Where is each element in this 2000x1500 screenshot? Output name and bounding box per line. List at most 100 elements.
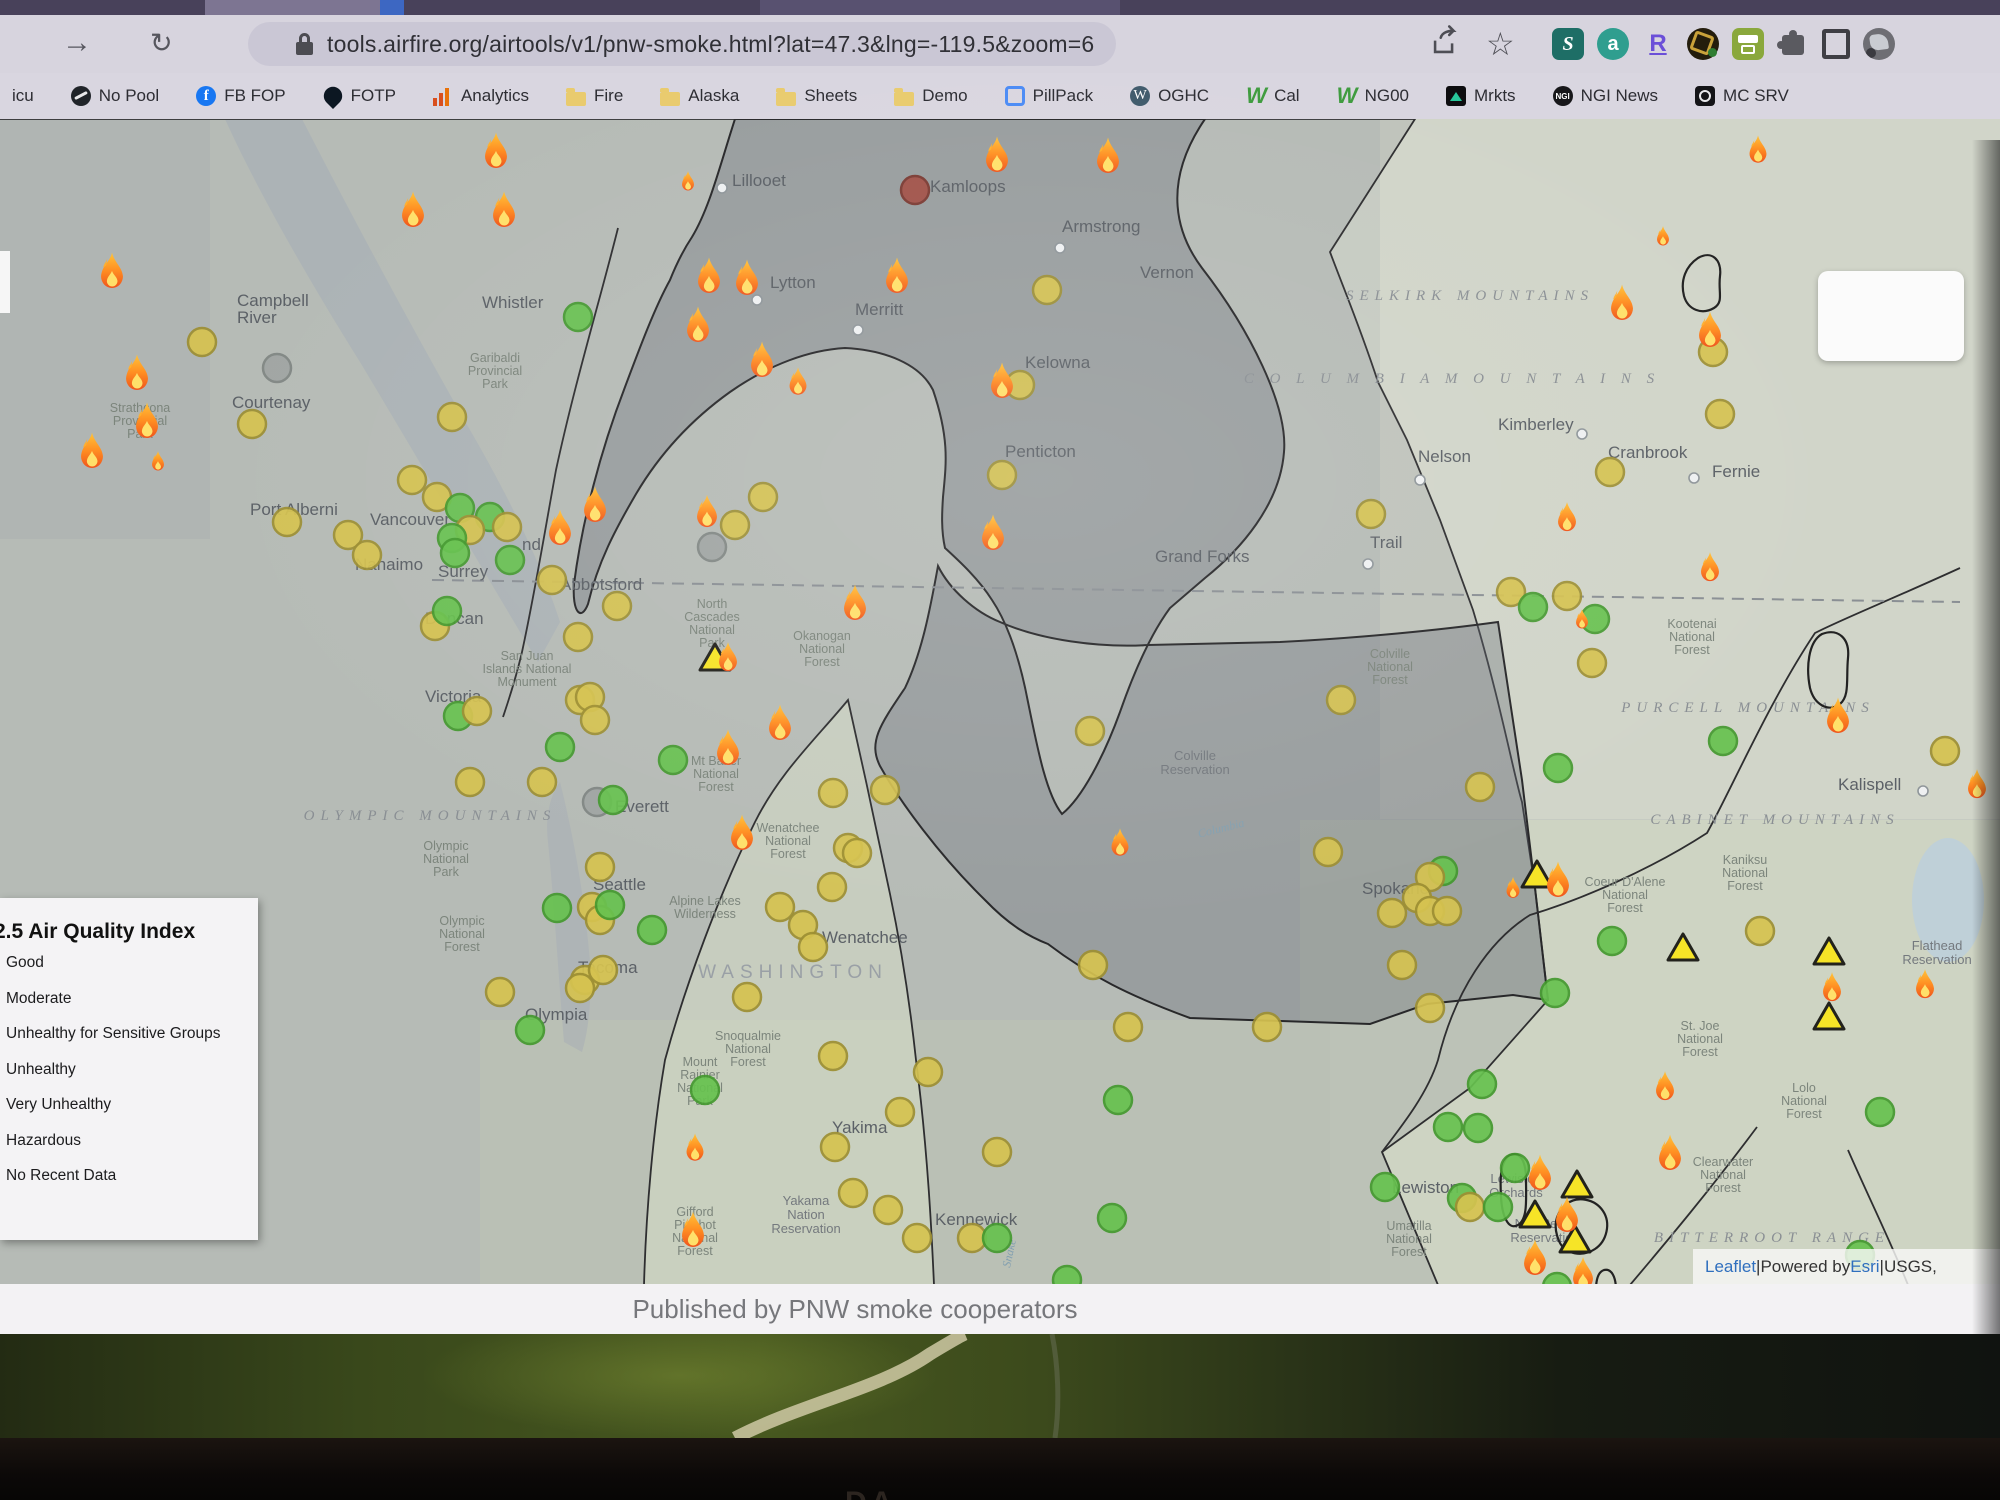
aqi-monitor-circle[interactable] [456,768,484,796]
aqi-monitor-circle[interactable] [589,956,617,984]
aqi-monitor-circle[interactable] [438,403,466,431]
aqi-monitor-circle[interactable] [1466,773,1494,801]
puzzle-extension-icon[interactable] [1777,28,1809,60]
aqi-monitor-circle[interactable] [586,853,614,881]
aqi-monitor-circle[interactable] [263,354,291,382]
aqi-monitor-circle[interactable] [433,597,461,625]
aqi-monitor-circle[interactable] [1371,1173,1399,1201]
bookmark-item[interactable]: FOTP [323,86,396,106]
aqi-monitor-circle[interactable] [528,768,556,796]
bookmark-item[interactable]: icu [12,86,34,106]
aqi-monitor-circle[interactable] [749,483,777,511]
aqi-monitor-circle[interactable] [603,592,631,620]
bookmark-item[interactable]: WCal [1246,86,1300,106]
bookmark-item[interactable]: MC SRV [1695,86,1789,106]
aqi-monitor-circle[interactable] [799,933,827,961]
aqi-monitor-circle[interactable] [1114,1013,1142,1041]
aqi-monitor-circle[interactable] [546,733,574,761]
aqi-monitor-circle[interactable] [874,1196,902,1224]
aqi-monitor-circle[interactable] [1746,917,1774,945]
aqi-monitor-circle[interactable] [914,1058,942,1086]
aqi-monitor-circle[interactable] [1553,582,1581,610]
aqi-monitor-circle[interactable] [353,541,381,569]
aqi-monitor-circle[interactable] [1327,686,1355,714]
aqi-monitor-circle[interactable] [564,303,592,331]
reload-button[interactable]: ↻ [150,23,173,63]
aqi-monitor-circle[interactable] [638,916,666,944]
aqi-monitor-circle[interactable] [1456,1193,1484,1221]
aqi-monitor-circle[interactable] [983,1224,1011,1252]
aqi-monitor-circle[interactable] [1706,400,1734,428]
bookmark-item[interactable]: NGINGI News [1553,86,1658,106]
aqi-monitor-circle[interactable] [818,873,846,901]
bookmark-item[interactable]: Alaska [660,86,739,106]
aqi-monitor-circle[interactable] [581,706,609,734]
bookmark-star-icon[interactable]: ☆ [1486,25,1522,61]
aqi-monitor-circle[interactable] [596,891,624,919]
aqi-monitor-circle[interactable] [516,1016,544,1044]
map-control-panel[interactable] [1818,271,1964,361]
aqi-monitor-circle[interactable] [983,1138,1011,1166]
aqi-monitor-circle[interactable] [599,786,627,814]
aqi-monitor-circle[interactable] [1033,276,1061,304]
forward-button[interactable]: → [62,23,92,63]
aqi-monitor-circle[interactable] [1416,994,1444,1022]
aqi-monitor-circle[interactable] [188,328,216,356]
aqi-monitor-circle[interactable] [1098,1204,1126,1232]
aqi-monitor-circle[interactable] [819,779,847,807]
tab-segment[interactable] [205,0,380,15]
amazon-a-extension-icon[interactable]: a [1597,28,1629,60]
aqi-monitor-circle[interactable] [1541,979,1569,1007]
bookmark-item[interactable]: Mrkts [1446,86,1516,106]
aqi-monitor-circle[interactable] [1076,717,1104,745]
aqi-monitor-circle[interactable] [819,1042,847,1070]
aqi-monitor-circle[interactable] [493,513,521,541]
aqi-monitor-circle[interactable] [1104,1086,1132,1114]
aqi-monitor-circle[interactable] [398,466,426,494]
aqi-monitor-circle[interactable] [843,839,871,867]
bookmark-item[interactable]: Sheets [776,86,857,106]
aqi-monitor-circle[interactable] [1931,737,1959,765]
aqi-monitor-circle[interactable] [1053,1266,1081,1285]
aqi-monitor-circle[interactable] [496,546,524,574]
share-icon[interactable] [1428,25,1464,61]
aqi-monitor-circle[interactable] [564,623,592,651]
address-bar[interactable]: tools.airfire.org/airtools/v1/pnw-smoke.… [248,22,1116,66]
aqi-monitor-circle[interactable] [1464,1114,1492,1142]
aqi-monitor-circle[interactable] [766,893,794,921]
bookmark-item[interactable]: Analytics [433,86,529,106]
aqi-monitor-circle[interactable] [538,566,566,594]
aqi-monitor-circle[interactable] [1501,1154,1529,1182]
bookmark-item[interactable]: Fire [566,86,623,106]
aqi-monitor-circle[interactable] [273,508,301,536]
aqi-monitor-circle[interactable] [821,1133,849,1161]
gold-circle-extension-icon[interactable] [1687,28,1719,60]
aqi-monitor-circle[interactable] [1544,754,1572,782]
aqi-monitor-circle[interactable] [1578,649,1606,677]
aqi-monitor-circle[interactable] [1253,1013,1281,1041]
aqi-monitor-circle[interactable] [1388,951,1416,979]
printer-extension-icon[interactable] [1732,28,1764,60]
script-s-extension-icon[interactable]: S [1552,28,1584,60]
aqi-monitor-circle[interactable] [566,974,594,1002]
aqi-monitor-circle[interactable] [733,983,761,1011]
aqi-monitor-circle[interactable] [441,539,469,567]
aqi-monitor-circle[interactable] [1079,951,1107,979]
aqi-monitor-circle[interactable] [1468,1070,1496,1098]
aqi-monitor-circle[interactable] [1314,838,1342,866]
lock-icon[interactable] [296,33,313,55]
aqi-monitor-circle[interactable] [1598,927,1626,955]
aqi-monitor-circle[interactable] [691,1076,719,1104]
aqi-monitor-circle[interactable] [1866,1098,1894,1126]
aqi-monitor-circle[interactable] [1378,899,1406,927]
aqi-monitor-circle[interactable] [901,176,929,204]
map[interactable]: CampbellRiverCourtenayPort AlberniVancou… [0,119,2000,1285]
bookmark-item[interactable]: WNG00 [1337,86,1409,106]
esri-link[interactable]: Esri [1850,1257,1879,1277]
aqi-monitor-circle[interactable] [886,1098,914,1126]
aqi-monitor-circle[interactable] [543,894,571,922]
aqi-monitor-circle[interactable] [839,1179,867,1207]
aqi-monitor-circle[interactable] [1484,1193,1512,1221]
aqi-monitor-circle[interactable] [871,776,899,804]
bookmark-item[interactable]: Demo [894,86,967,106]
